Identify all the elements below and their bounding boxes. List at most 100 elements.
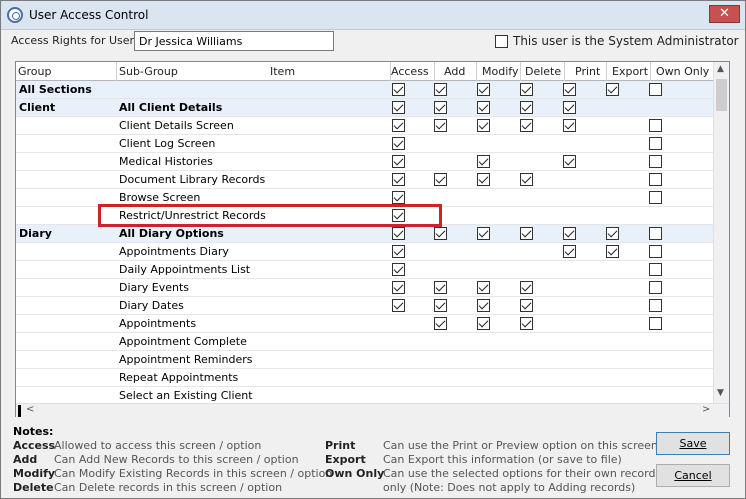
header-modify[interactable]: Modify	[482, 65, 518, 78]
horizontal-scrollbar[interactable]: < >	[16, 403, 729, 417]
save-button[interactable]: Save	[656, 432, 730, 455]
access-checkbox[interactable]	[392, 155, 405, 168]
print-checkbox[interactable]	[563, 245, 576, 258]
modify-checkbox[interactable]	[477, 101, 490, 114]
print-checkbox[interactable]	[563, 83, 576, 96]
export-checkbox[interactable]	[606, 83, 619, 96]
add-checkbox[interactable]	[434, 119, 447, 132]
cancel-button[interactable]: Cancel	[656, 464, 730, 487]
own-only-checkbox[interactable]	[649, 263, 662, 276]
access-checkbox[interactable]	[392, 173, 405, 186]
delete-checkbox[interactable]	[520, 83, 533, 96]
modify-checkbox[interactable]	[477, 83, 490, 96]
header-delete[interactable]: Delete	[525, 65, 561, 78]
subgroup-cell: Client Log Screen	[119, 137, 216, 150]
own-only-checkbox[interactable]	[649, 245, 662, 258]
modify-checkbox[interactable]	[477, 281, 490, 294]
header-print[interactable]: Print	[575, 65, 600, 78]
user-access-control-window: User Access Control ✕ Access Rights for …	[0, 0, 746, 499]
vertical-scrollbar[interactable]: ▲ ▼	[713, 62, 729, 403]
access-checkbox[interactable]	[392, 191, 405, 204]
own-only-checkbox[interactable]	[649, 281, 662, 294]
access-checkbox[interactable]	[392, 119, 405, 132]
note-text-access: Allowed to access this screen / option	[54, 439, 262, 452]
delete-checkbox[interactable]	[520, 317, 533, 330]
header-add[interactable]: Add	[444, 65, 465, 78]
access-checkbox[interactable]	[392, 281, 405, 294]
add-checkbox[interactable]	[434, 317, 447, 330]
own-only-checkbox[interactable]	[649, 137, 662, 150]
modify-checkbox[interactable]	[477, 227, 490, 240]
add-checkbox[interactable]	[434, 101, 447, 114]
print-checkbox[interactable]	[563, 101, 576, 114]
subgroup-cell: Document Library Records	[119, 173, 266, 186]
add-checkbox[interactable]	[434, 227, 447, 240]
header-divider	[520, 62, 521, 81]
system-administrator-checkbox[interactable]	[495, 34, 508, 48]
print-checkbox[interactable]	[563, 119, 576, 132]
user-name-field[interactable]	[134, 31, 334, 51]
print-checkbox[interactable]	[563, 227, 576, 240]
own-only-checkbox[interactable]	[649, 227, 662, 240]
note-text-export: Can Export this information (or save to …	[383, 453, 622, 466]
header-item[interactable]: Item	[270, 65, 295, 78]
delete-checkbox[interactable]	[520, 173, 533, 186]
own-only-checkbox[interactable]	[649, 83, 662, 96]
access-checkbox[interactable]	[392, 101, 405, 114]
horizontal-scroll-thumb[interactable]	[18, 405, 21, 417]
header-group[interactable]: Group	[18, 65, 52, 78]
subgroup-cell: Client Details Screen	[119, 119, 234, 132]
system-administrator-option[interactable]: This user is the System Administrator	[495, 34, 739, 48]
modify-checkbox[interactable]	[477, 173, 490, 186]
print-checkbox[interactable]	[563, 155, 576, 168]
access-checkbox[interactable]	[392, 299, 405, 312]
scroll-right-icon[interactable]: >	[702, 404, 710, 415]
modify-checkbox[interactable]	[477, 155, 490, 168]
header-access[interactable]: Access	[391, 65, 429, 78]
table-row: Document Library Records	[16, 171, 713, 189]
title-bar[interactable]: User Access Control ✕	[1, 1, 745, 30]
own-only-checkbox[interactable]	[649, 155, 662, 168]
table-row: Daily Appointments List	[16, 261, 713, 279]
modify-checkbox[interactable]	[477, 119, 490, 132]
own-only-checkbox[interactable]	[649, 191, 662, 204]
access-checkbox[interactable]	[392, 245, 405, 258]
add-checkbox[interactable]	[434, 83, 447, 96]
access-checkbox[interactable]	[392, 83, 405, 96]
delete-checkbox[interactable]	[520, 101, 533, 114]
access-checkbox[interactable]	[392, 227, 405, 240]
add-checkbox[interactable]	[434, 281, 447, 294]
scroll-down-icon[interactable]: ▼	[717, 388, 724, 398]
subgroup-cell: Appointment Complete	[119, 335, 247, 348]
access-checkbox[interactable]	[392, 263, 405, 276]
scroll-up-icon[interactable]: ▲	[717, 64, 724, 74]
own-only-checkbox[interactable]	[649, 173, 662, 186]
delete-checkbox[interactable]	[520, 227, 533, 240]
scroll-left-icon[interactable]: <	[26, 404, 34, 415]
modify-checkbox[interactable]	[477, 299, 490, 312]
own-only-checkbox[interactable]	[649, 119, 662, 132]
header-subgroup[interactable]: Sub-Group	[119, 65, 178, 78]
add-checkbox[interactable]	[434, 173, 447, 186]
modify-checkbox[interactable]	[477, 317, 490, 330]
access-rights-label: Access Rights for User:	[11, 34, 138, 47]
delete-checkbox[interactable]	[520, 119, 533, 132]
access-checkbox[interactable]	[392, 137, 405, 150]
section-row: All Sections	[16, 81, 713, 99]
header-export[interactable]: Export	[612, 65, 648, 78]
section-row: Client All Client Details	[16, 99, 713, 117]
note-text-own-only: Can use the selected options for their o…	[383, 467, 662, 480]
export-checkbox[interactable]	[606, 227, 619, 240]
own-only-checkbox[interactable]	[649, 299, 662, 312]
subgroup-cell: All Client Details	[119, 101, 223, 114]
own-only-checkbox[interactable]	[649, 317, 662, 330]
export-checkbox[interactable]	[606, 245, 619, 258]
add-checkbox[interactable]	[434, 299, 447, 312]
delete-checkbox[interactable]	[520, 281, 533, 294]
access-checkbox[interactable]	[392, 209, 405, 222]
header-own-only[interactable]: Own Only	[656, 65, 709, 78]
vertical-scroll-thumb[interactable]	[716, 79, 727, 111]
close-button[interactable]: ✕	[709, 5, 740, 23]
table-row: Select an Existing Client	[16, 387, 713, 403]
delete-checkbox[interactable]	[520, 299, 533, 312]
